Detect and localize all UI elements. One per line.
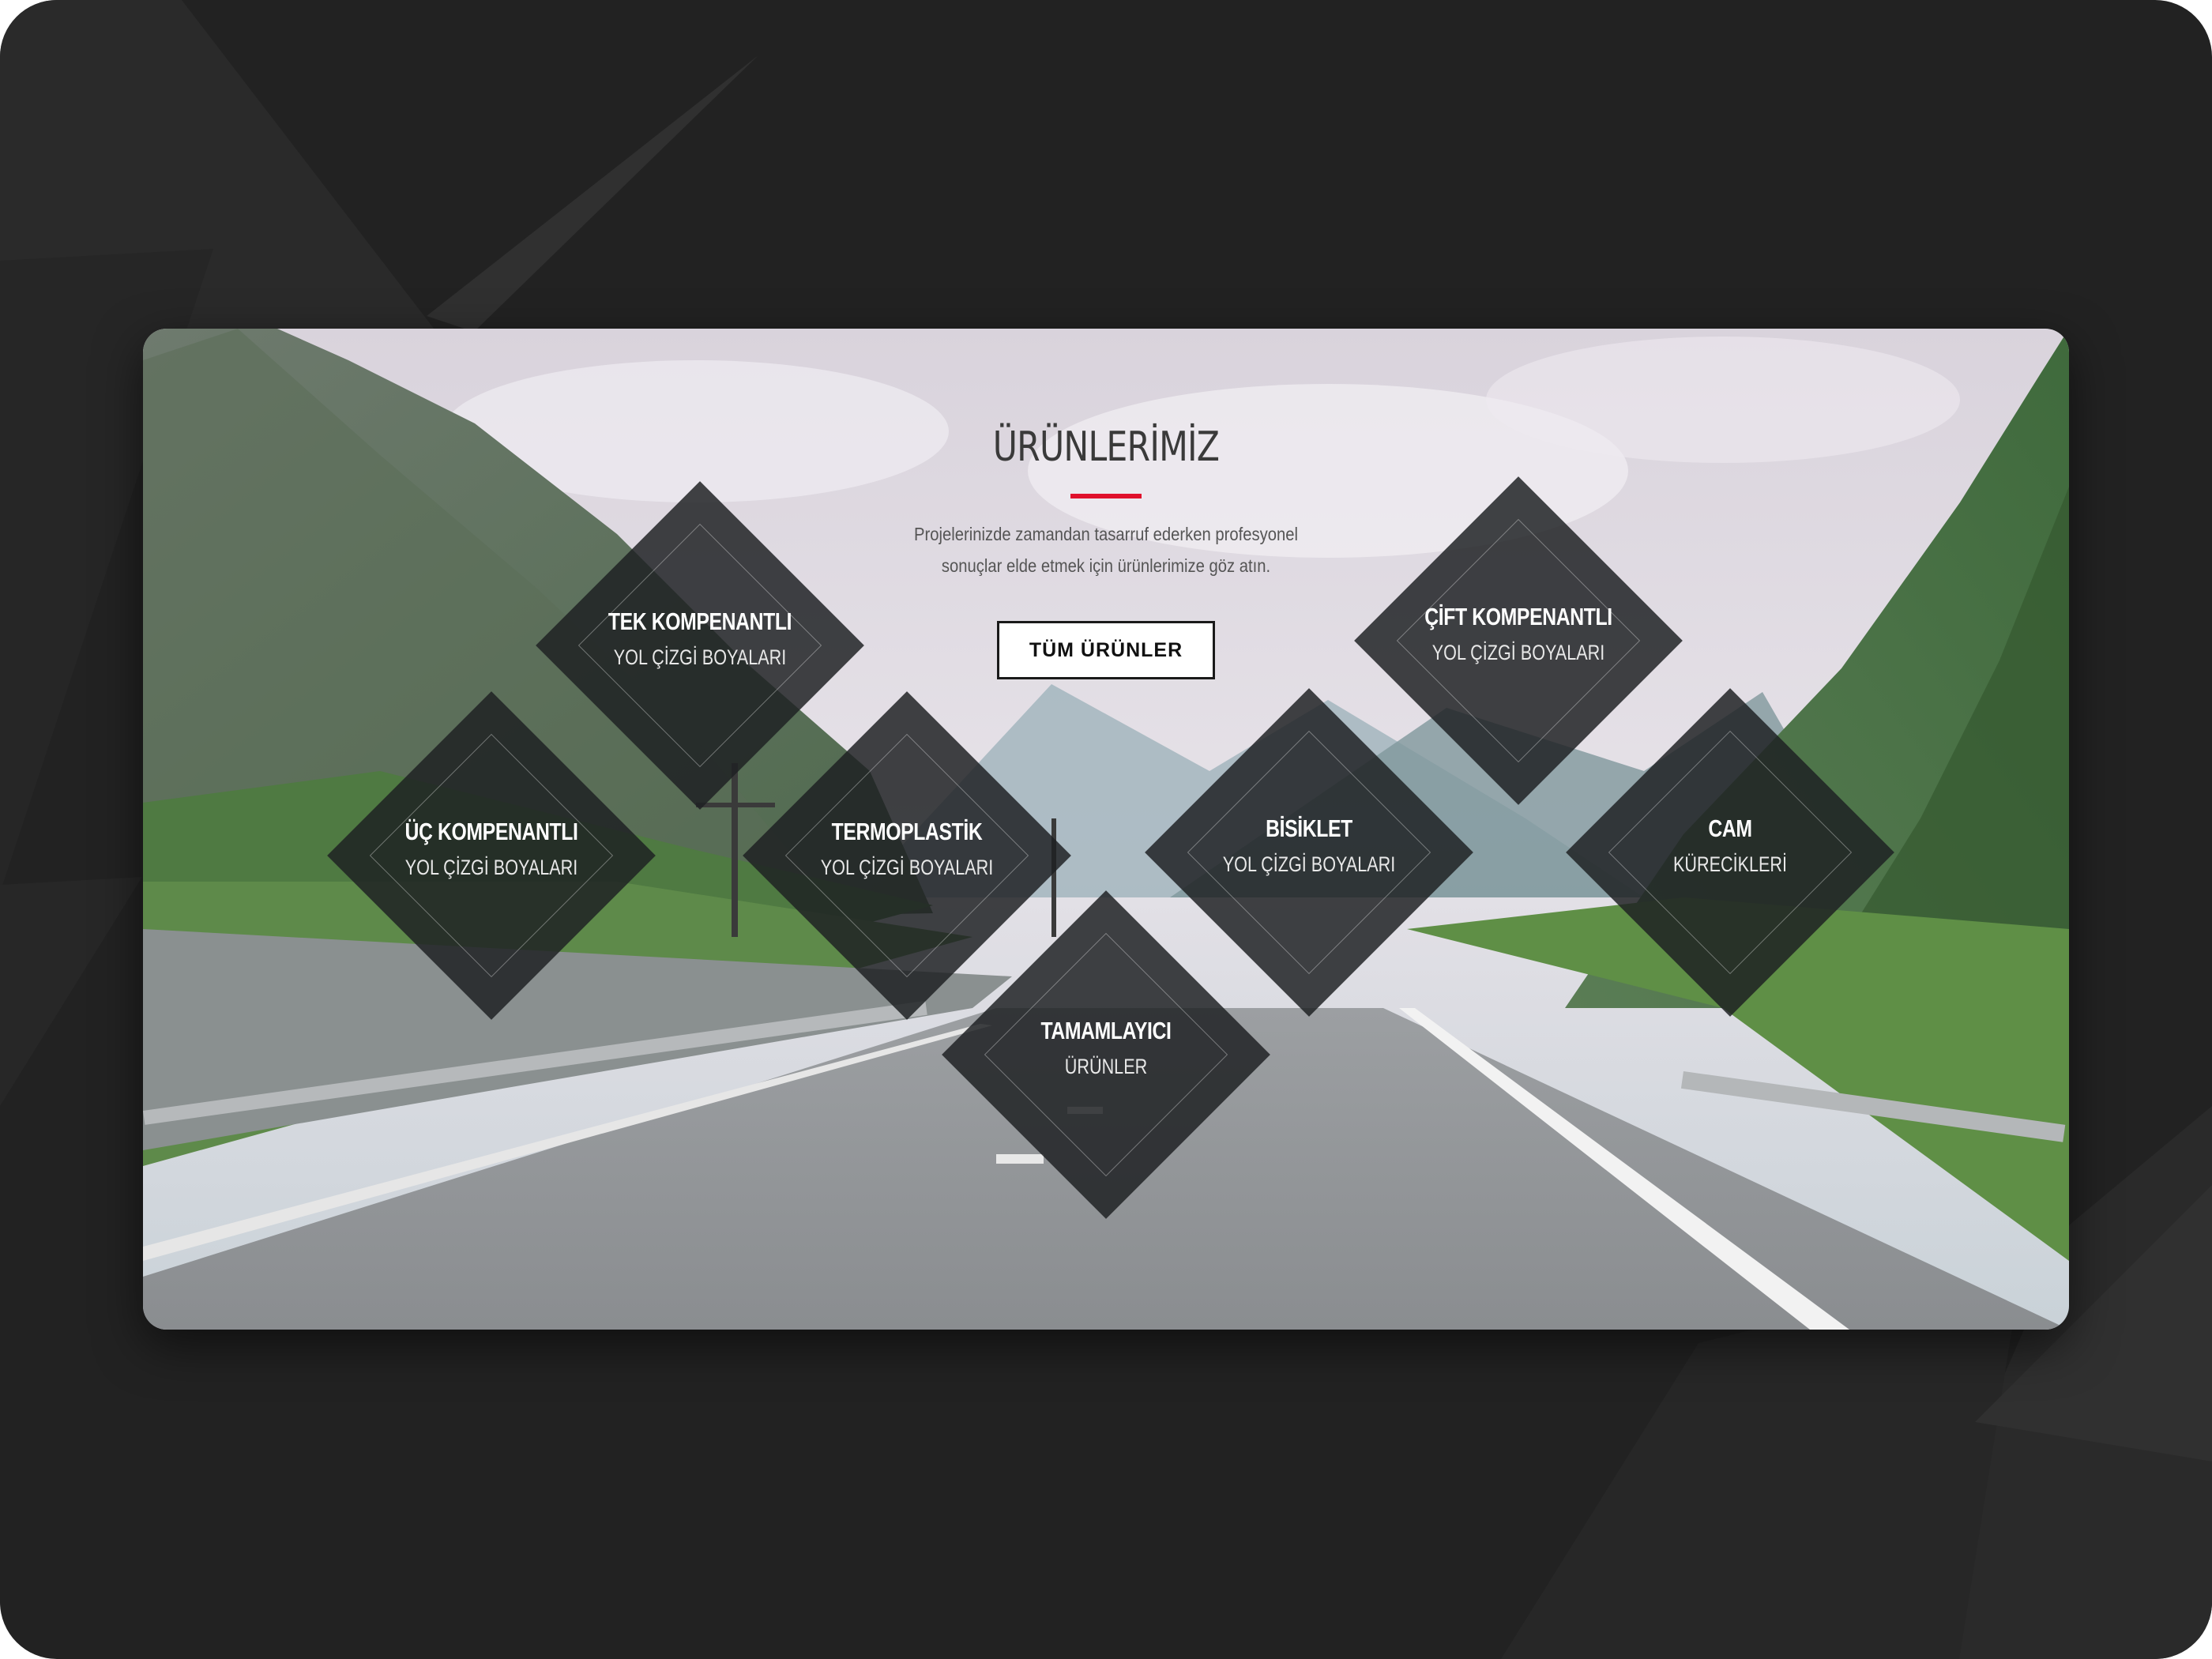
tile-subtitle: ÜRÜNLER — [1064, 1055, 1148, 1078]
tile-text: TEK KOMPENANTLI YOL ÇİZGİ BOYALARI — [536, 608, 864, 670]
section-intro: Projelerinizde zamandan tasarruf ederken… — [897, 518, 1315, 581]
tile-subtitle: KÜRECİKLERİ — [1672, 852, 1788, 876]
tile-title: CAM — [1708, 814, 1752, 842]
all-products-button[interactable]: TÜM ÜRÜNLER — [997, 621, 1215, 679]
tile-subtitle: YOL ÇİZGİ BOYALARI — [1431, 641, 1605, 664]
tile-title: ÇİFT KOMPENANTLI — [1424, 603, 1612, 630]
tile-subtitle: YOL ÇİZGİ BOYALARI — [404, 856, 578, 879]
tile-title: TEK KOMPENANTLI — [608, 608, 792, 635]
presentation-frame: ÜRÜNLERİMİZ Projelerinizde zamandan tasa… — [0, 0, 2212, 1659]
tile-text: TAMAMLAYICI ÜRÜNLER — [942, 1017, 1270, 1079]
product-tile-cam-kurecikleri[interactable]: CAM KÜRECİKLERİ — [1566, 688, 1894, 1017]
tile-text: CAM KÜRECİKLERİ — [1566, 814, 1894, 877]
section-title: ÜRÜNLERİMİZ — [992, 423, 1220, 471]
tile-subtitle: YOL ÇİZGİ BOYALARI — [1222, 852, 1396, 876]
tile-title: TAMAMLAYICI — [1040, 1017, 1172, 1044]
product-tile-uc-kompenantli[interactable]: ÜÇ KOMPENANTLI YOL ÇİZGİ BOYALARI — [327, 691, 656, 1020]
tile-title: BİSİKLET — [1266, 814, 1352, 842]
tile-text: TERMOPLASTİK YOL ÇİZGİ BOYALARI — [743, 818, 1071, 880]
tile-title: ÜÇ KOMPENANTLI — [404, 818, 578, 845]
tile-text: ÜÇ KOMPENANTLI YOL ÇİZGİ BOYALARI — [327, 818, 656, 880]
products-section: ÜRÜNLERİMİZ Projelerinizde zamandan tasa… — [143, 329, 2069, 1330]
title-underline — [1070, 494, 1142, 498]
tile-subtitle: YOL ÇİZGİ BOYALARI — [613, 645, 787, 669]
intro-line-2: sonuçlar elde etmek için ürünlerimize gö… — [941, 555, 1271, 576]
intro-line-1: Projelerinizde zamandan tasarruf ederken… — [913, 524, 1299, 544]
tile-text: BİSİKLET YOL ÇİZGİ BOYALARI — [1145, 814, 1473, 877]
tile-title: TERMOPLASTİK — [831, 818, 983, 845]
tile-subtitle: YOL ÇİZGİ BOYALARI — [820, 856, 994, 879]
tile-text: ÇİFT KOMPENANTLI YOL ÇİZGİ BOYALARI — [1354, 603, 1683, 665]
product-tile-tamamlayici[interactable]: TAMAMLAYICI ÜRÜNLER — [942, 890, 1270, 1219]
